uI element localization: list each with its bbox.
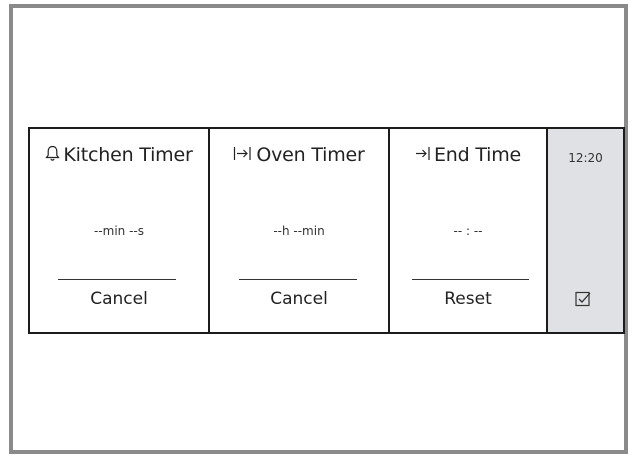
divider [239,279,357,280]
end-time-value: -- : -- [453,224,483,238]
clock-display: 12:20 [568,151,603,165]
divider [58,279,176,280]
end-time-title: End Time [433,144,522,166]
bell-icon [45,145,61,167]
timer-panel: Kitchen Timer --min --s Cancel Oven Time… [28,127,625,334]
kitchen-timer-value: --min --s [93,224,144,238]
oven-timer-icon [233,145,253,167]
oven-timer-title: Oven Timer [256,144,365,166]
checkbox-check-icon[interactable] [575,291,591,307]
kitchen-timer-cancel-button[interactable]: Cancel [30,289,208,309]
end-time-icon [415,145,431,167]
end-time-reset-button[interactable]: Reset [390,289,546,309]
oven-timer-value: --h --min [273,224,325,238]
divider [412,279,529,280]
sidebar: 12:20 [548,129,623,332]
end-time-header: End Time [390,144,546,167]
kitchen-timer-header: Kitchen Timer [30,144,208,167]
oven-timer-header: Oven Timer [210,144,388,167]
end-time-column[interactable]: End Time -- : -- Reset [390,129,548,332]
kitchen-timer-column[interactable]: Kitchen Timer --min --s Cancel [30,129,210,332]
kitchen-timer-title: Kitchen Timer [63,144,193,166]
oven-timer-cancel-button[interactable]: Cancel [210,289,388,309]
oven-timer-column[interactable]: Oven Timer --h --min Cancel [210,129,390,332]
